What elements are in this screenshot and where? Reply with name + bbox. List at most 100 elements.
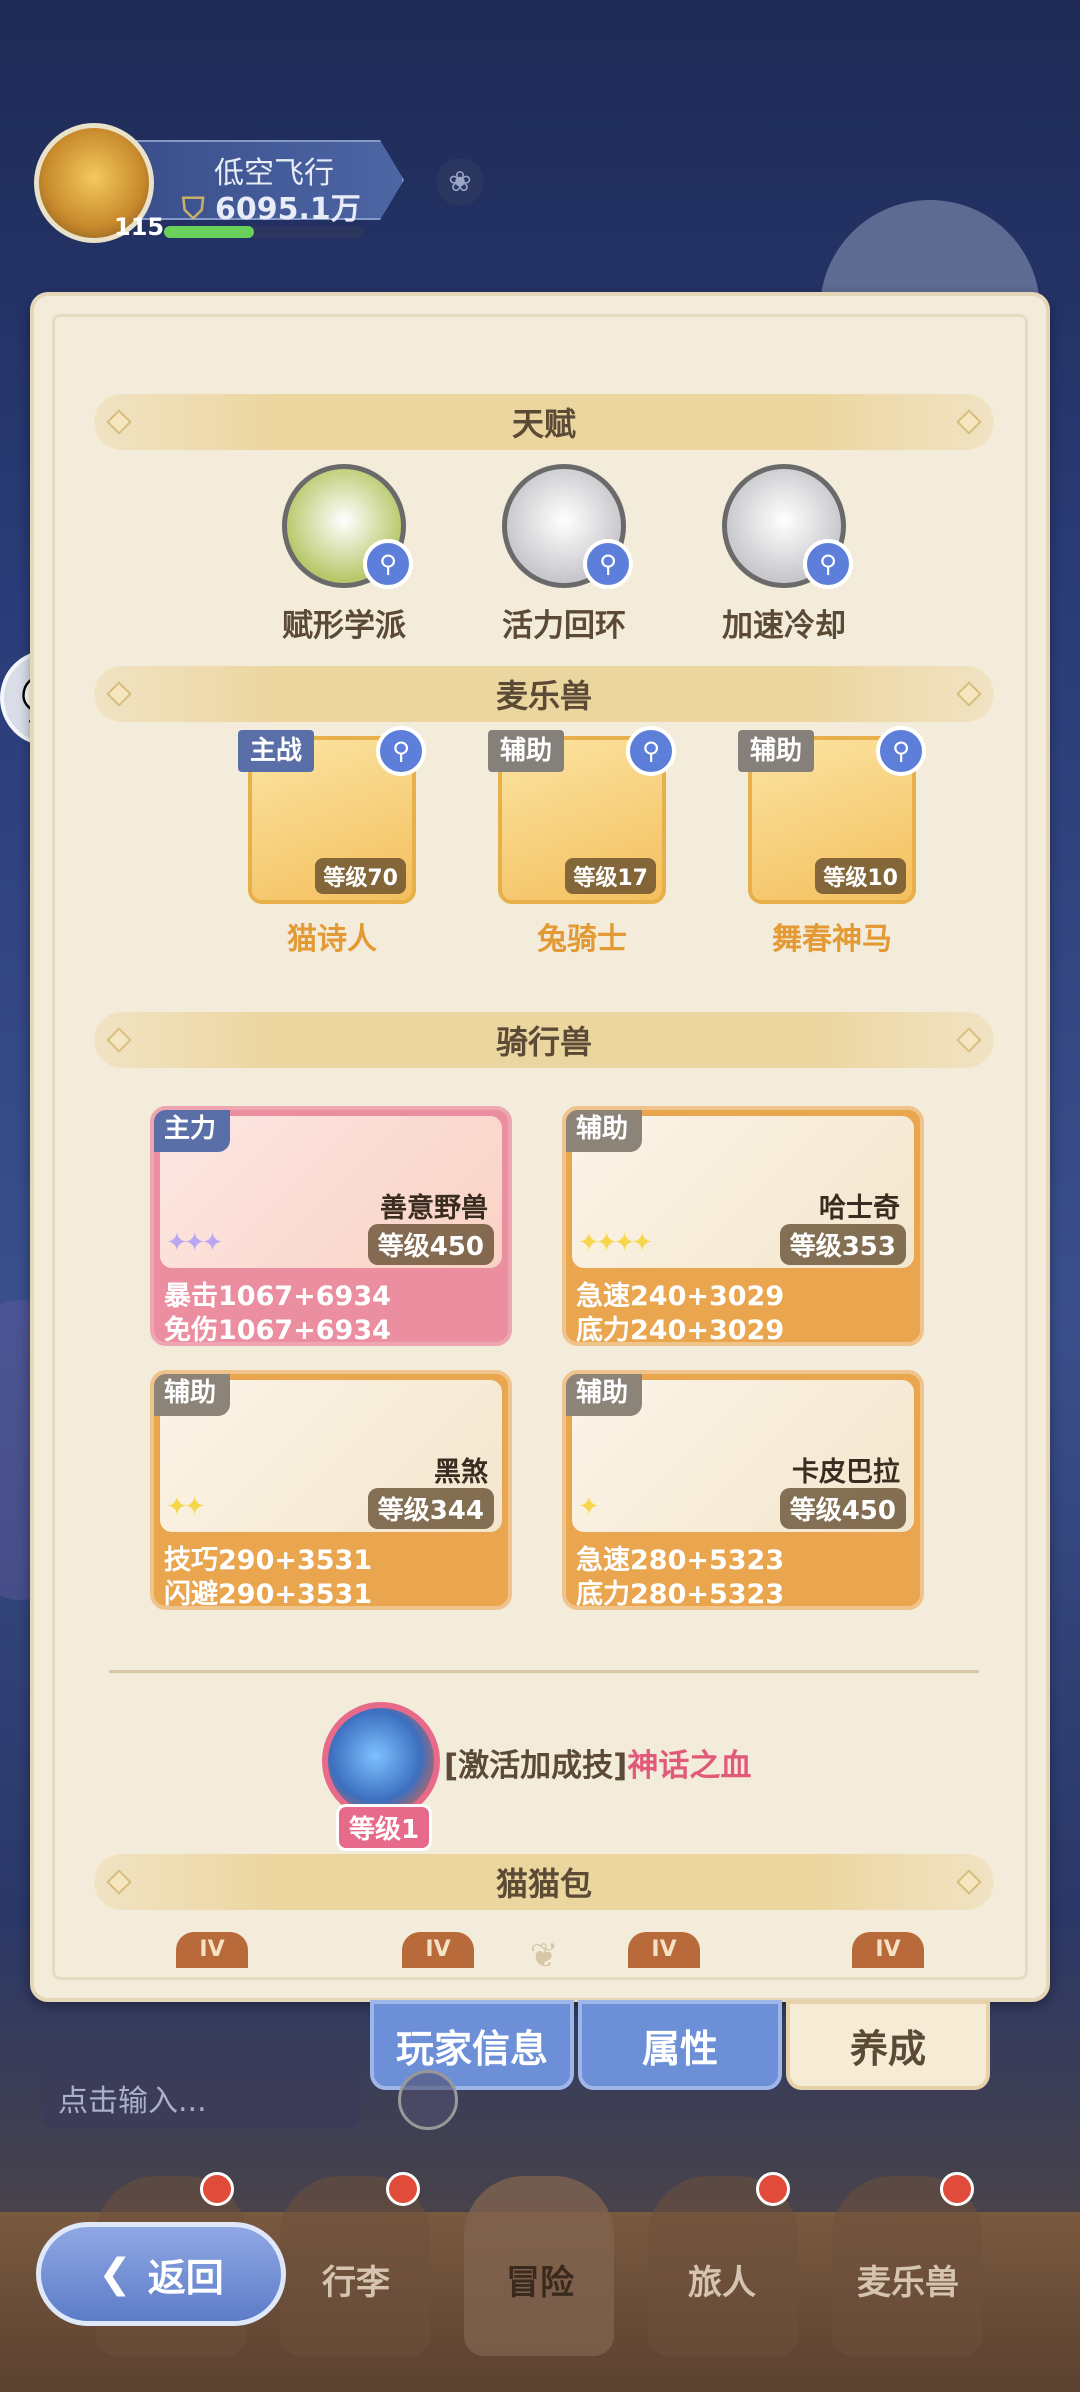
mount-level: 等级450 [367, 1224, 494, 1265]
mount-name: 善意野兽 [380, 1193, 488, 1224]
mount-role-tag: 辅助 [154, 1374, 231, 1416]
pet-item[interactable]: 主战 ⚲ 等级70 猫诗人 [232, 726, 432, 958]
tab-player-info[interactable]: 玩家信息 [370, 2000, 574, 2090]
section-header-talent: 天赋 [94, 394, 994, 450]
magnifier-icon[interactable]: ⚲ [626, 726, 676, 776]
bag-tab[interactable]: IV [628, 1932, 700, 1968]
mount-role-tag: 辅助 [566, 1110, 643, 1152]
bag-tab[interactable]: IV [852, 1932, 924, 1968]
talent-label: 活力回环 [502, 608, 626, 644]
magnifier-icon[interactable]: ⚲ [583, 539, 633, 589]
diamond-icon [956, 1869, 982, 1895]
mount-stat: 底力240+3029 [576, 1315, 785, 1346]
mount-name: 黑煞 [434, 1457, 488, 1488]
talent-item[interactable]: ⚲ 加速冷却 [684, 464, 884, 645]
diamond-icon [106, 409, 132, 435]
pet-level: 等级10 [815, 858, 906, 894]
magnifier-icon[interactable]: ⚲ [363, 539, 413, 589]
mount-card[interactable]: 辅助 卡皮巴拉 等级450 ✦ 急速280+5323 底力280+5323 [562, 1370, 924, 1610]
star-rating-icon: ✦✦✦ [166, 1228, 223, 1258]
pet-name: 兔骑士 [537, 922, 627, 957]
notification-dot [386, 2172, 420, 2206]
player-level: 115 [114, 213, 165, 241]
section-header-bag: 猫猫包 [94, 1854, 994, 1910]
mount-stat: 底力280+5323 [576, 1579, 785, 1610]
back-arrow-icon: ❮ [98, 2251, 132, 2297]
talent-item[interactable]: ⚲ 赋形学派 [244, 464, 444, 645]
mount-card[interactable]: 辅助 哈士奇 等级353 ✦✦✦✦ 急速240+3029 底力240+3029 [562, 1106, 924, 1346]
pet-portrait[interactable]: 辅助 ⚲ 等级17 [488, 726, 676, 904]
tab-cultivation[interactable]: 养成 [786, 2000, 990, 2090]
tab-attributes[interactable]: 属性 [578, 2000, 782, 2090]
cat-emblem-icon: ❦ [529, 1936, 559, 1976]
mount-level: 等级344 [367, 1488, 494, 1529]
diamond-icon [106, 1869, 132, 1895]
back-label: 返回 [147, 2255, 224, 2300]
pet-role-tag: 辅助 [488, 730, 565, 772]
pet-portrait[interactable]: 主战 ⚲ 等级70 [238, 726, 426, 904]
mount-name: 哈士奇 [819, 1193, 900, 1224]
emoji-button[interactable] [398, 2070, 458, 2130]
mount-name: 卡皮巴拉 [792, 1457, 900, 1488]
back-button[interactable]: ❮ 返回 [36, 2222, 286, 2326]
wing-icon: ⚲ [722, 464, 853, 589]
skill-text: [激活加成技]神话之血 [444, 1740, 751, 1785]
nav-label-adventure: 冒险 [506, 2263, 574, 2303]
pet-role-tag: 辅助 [738, 730, 815, 772]
diamond-icon [106, 1027, 132, 1053]
diamond-icon [956, 1027, 982, 1053]
xp-bar [164, 226, 364, 238]
notification-dot [756, 2172, 790, 2206]
mount-role-tag: 辅助 [566, 1374, 643, 1416]
notification-dot [940, 2172, 974, 2206]
gem-crest-icon: ⚲ [282, 464, 413, 589]
paw-icon[interactable]: ❀ [436, 158, 484, 206]
diamond-icon [956, 681, 982, 707]
nav-label-luggage: 行李 [322, 2263, 390, 2303]
cultivation-panel: 天赋 ⚲ 赋形学派 ⚲ 活力回环 ⚲ 加速冷却 麦乐兽 主战 ⚲ 等级70 猫诗人 辅助 ⚲ 等级17… [30, 292, 1050, 2002]
mount-card[interactable]: 辅助 黑煞 等级344 ✦✦ 技巧290+3531 闪避290+3531 [150, 1370, 512, 1610]
pet-name: 舞春神马 [772, 922, 892, 957]
bag-tab[interactable]: IV [176, 1932, 248, 1968]
shield-icon: ⛉ [182, 192, 205, 227]
notification-dot [200, 2172, 234, 2206]
mount-card[interactable]: 主力 善意野兽 等级450 ✦✦✦ 暴击1067+6934 免伤1067+6934 [150, 1106, 512, 1346]
diamond-icon [956, 409, 982, 435]
talent-label: 赋形学派 [282, 608, 406, 644]
talent-item[interactable]: ⚲ 活力回环 [464, 464, 664, 645]
star-rating-icon: ✦✦ [166, 1492, 206, 1522]
skill-name[interactable]: 神话之血 [627, 1748, 751, 1784]
diamond-icon [106, 681, 132, 707]
pet-level: 等级17 [565, 858, 656, 894]
xp-fill [164, 226, 254, 238]
magnifier-icon[interactable]: ⚲ [376, 726, 426, 776]
myth-blood-skill-icon[interactable] [322, 1702, 440, 1820]
star-rating-icon: ✦✦✦✦ [578, 1228, 653, 1258]
pet-role-tag: 主战 [238, 730, 315, 772]
section-header-mounts: 骑行兽 [94, 1012, 994, 1068]
skill-prefix: [激活加成技] [444, 1748, 628, 1784]
pet-level: 等级70 [315, 858, 406, 894]
player-info-bar[interactable]: 低空飞行 ⛉ 6095.1万 115 [14, 118, 414, 243]
mount-stat: 闪避290+3531 [164, 1579, 373, 1610]
bag-tab[interactable]: IV [402, 1932, 474, 1968]
mount-level: 等级353 [779, 1224, 906, 1265]
skill-level: 等级1 [336, 1804, 433, 1851]
pet-portrait[interactable]: 辅助 ⚲ 等级10 [738, 726, 926, 904]
pet-item[interactable]: 辅助 ⚲ 等级17 兔骑士 [482, 726, 682, 958]
pet-name: 猫诗人 [287, 922, 377, 957]
pet-item[interactable]: 辅助 ⚲ 等级10 舞春神马 [732, 726, 932, 958]
nav-label-pets: 麦乐兽 [857, 2263, 959, 2303]
divider [109, 1670, 979, 1673]
mount-role-tag: 主力 [154, 1110, 231, 1152]
mount-stat: 免伤1067+6934 [164, 1315, 391, 1346]
nav-label-travelers: 旅人 [688, 2263, 756, 2303]
section-header-pets: 麦乐兽 [94, 666, 994, 722]
magnifier-icon[interactable]: ⚲ [803, 539, 853, 589]
chat-input[interactable]: 点击输入... [42, 2062, 360, 2128]
star-burst-icon: ⚲ [502, 464, 633, 589]
star-rating-icon: ✦ [578, 1492, 600, 1522]
magnifier-icon[interactable]: ⚲ [876, 726, 926, 776]
mount-level: 等级450 [779, 1488, 906, 1529]
player-power: ⛉ 6095.1万 [182, 192, 361, 227]
